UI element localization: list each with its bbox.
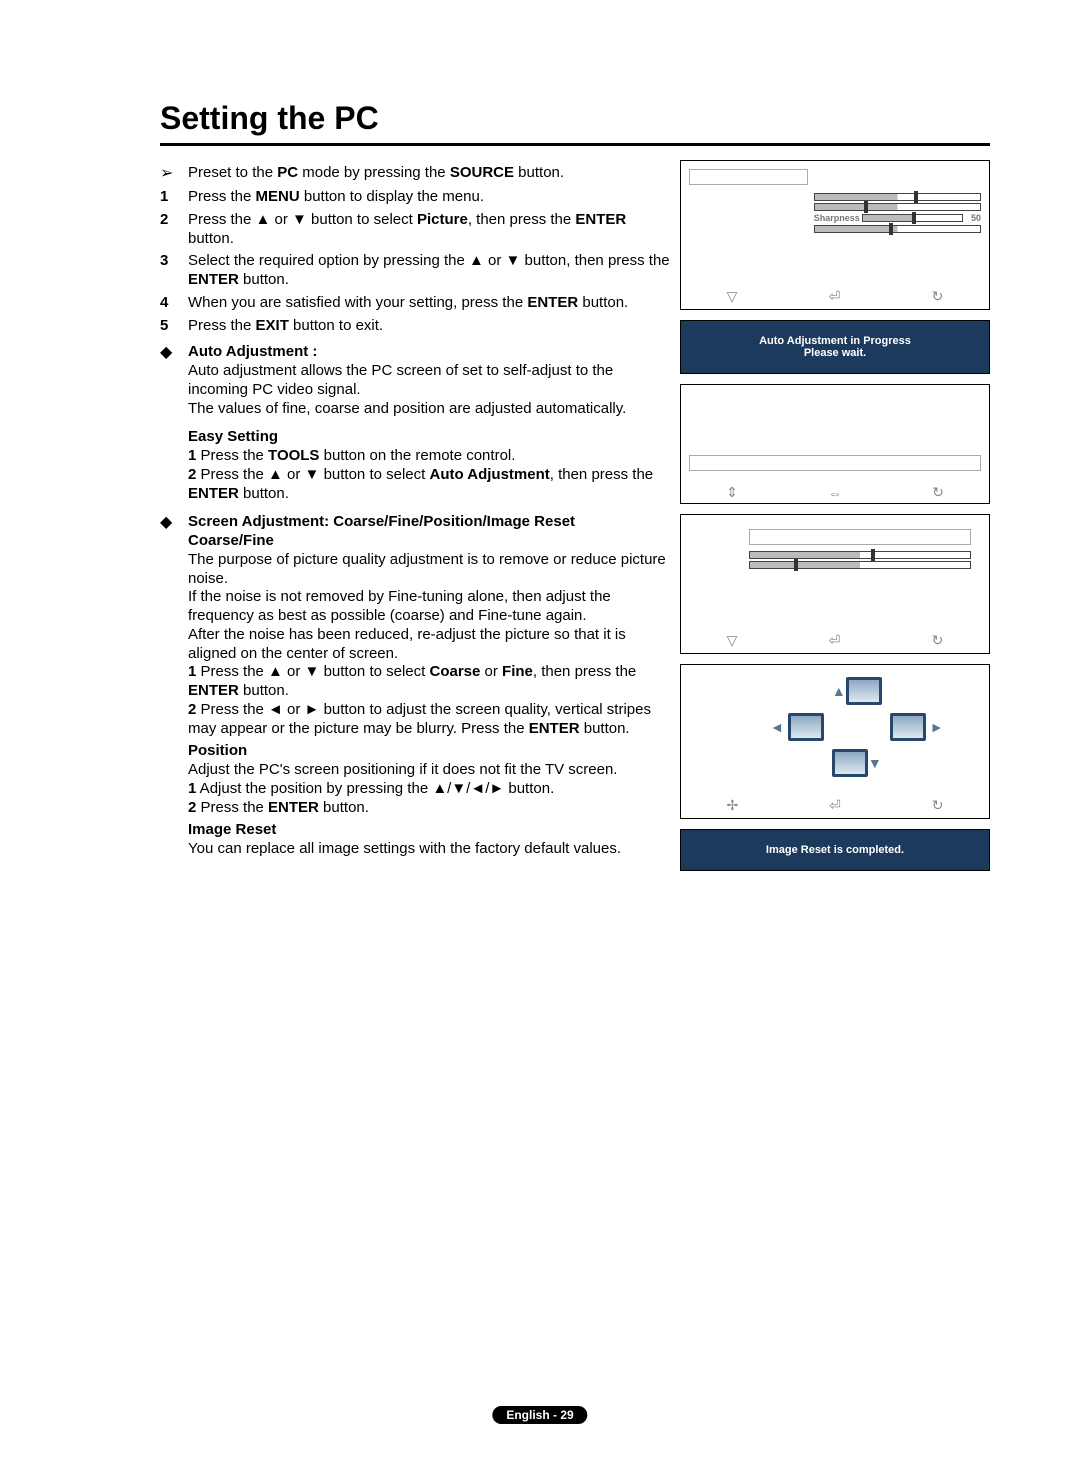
substep: 1 Adjust the position by pressing the ▲/… (188, 780, 670, 799)
enter-icon: ⏎ (829, 632, 841, 649)
return-icon: ↻ (932, 288, 944, 305)
substep: 1 Press the ▲ or ▼ button to select Coar… (188, 663, 670, 701)
body-text: The purpose of picture quality adjustmen… (188, 551, 670, 589)
sharpness-value: 50 (969, 213, 981, 223)
enter-icon: ⏎ (829, 288, 841, 305)
step-text: Press the ▲ or ▼ button to select Pictur… (188, 211, 670, 249)
osd-blank-panel: ⇕ ⇔ ↻ (680, 384, 990, 504)
substep: 2 Press the ▲ or ▼ button to select Auto… (188, 466, 670, 504)
instruction-column: ➢ Preset to the PC mode by pressing the … (90, 160, 670, 871)
auto-adjustment-heading: Auto Adjustment : (188, 343, 670, 362)
body-text: The values of fine, coarse and position … (188, 400, 670, 419)
page-title: Setting the PC (160, 100, 990, 137)
step-number: 3 (160, 252, 180, 271)
osd-coarse-fine-panel: ▽ ⏎ ↻ (680, 514, 990, 654)
updown-icon: ⇕ (726, 484, 738, 501)
down-icon: ▼ (868, 755, 882, 771)
substep: 1 Press the TOOLS button on the remote c… (188, 447, 670, 466)
right-icon: ► (930, 719, 944, 735)
return-icon: ↻ (932, 632, 944, 649)
step-number: 1 (160, 188, 180, 207)
step-text: Press the MENU button to display the men… (188, 188, 484, 207)
osd-sharpness-panel: Sharpness 50 ▽ ⏎ ↻ (680, 160, 990, 310)
body-text: Auto adjustment allows the PC screen of … (188, 362, 670, 400)
return-icon: ↻ (932, 484, 944, 501)
diamond-icon: ◆ (160, 343, 180, 363)
title-rule (160, 143, 990, 146)
step-text: Select the required option by pressing t… (188, 252, 670, 290)
up-icon: ▲ (832, 683, 846, 699)
enter-icon: ⏎ (829, 797, 841, 814)
leftright-icon: ⇔ (828, 485, 842, 501)
step-number: 5 (160, 317, 180, 336)
body-text: You can replace all image settings with … (188, 840, 670, 859)
body-text: If the noise is not removed by Fine-tuni… (188, 588, 670, 626)
osd-image-reset-panel: Image Reset is completed. (680, 829, 990, 871)
move-cross-icon: ✢ (726, 797, 738, 814)
substep: 2 Press the ◄ or ► button to adjust the … (188, 701, 670, 739)
osd-auto-adjust-panel: Auto Adjustment in Progress Please wait. (680, 320, 990, 374)
preset-line: Preset to the PC mode by pressing the SO… (188, 164, 564, 183)
left-icon: ◄ (770, 719, 784, 735)
body-text: Adjust the PC's screen positioning if it… (188, 761, 670, 780)
step-text: When you are satisfied with your setting… (188, 294, 628, 313)
pointer-icon: ➢ (160, 164, 180, 184)
screen-adjustment-heading: Screen Adjustment: Coarse/Fine/Position/… (188, 513, 670, 532)
coarse-fine-heading: Coarse/Fine (188, 532, 670, 551)
osd-column: Sharpness 50 ▽ ⏎ ↻ Auto Adjustment in Pr… (680, 160, 990, 871)
substep: 2 Press the ENTER button. (188, 799, 670, 818)
move-icon: ▽ (727, 288, 738, 305)
step-number: 2 (160, 211, 180, 230)
diamond-icon: ◆ (160, 513, 180, 533)
position-heading: Position (188, 742, 670, 761)
body-text: After the noise has been reduced, re-adj… (188, 626, 670, 664)
step-text: Press the EXIT button to exit. (188, 317, 383, 336)
easy-setting-heading: Easy Setting (188, 428, 670, 447)
return-icon: ↻ (932, 797, 944, 814)
step-number: 4 (160, 294, 180, 313)
sharpness-label: Sharpness (814, 213, 856, 223)
image-reset-heading: Image Reset (188, 821, 670, 840)
page-footer: English - 29 (492, 1406, 587, 1424)
osd-position-panel: ▲ ◄ ► ▼ ✢ ⏎ ↻ (680, 664, 990, 819)
move-icon: ▽ (727, 632, 738, 649)
